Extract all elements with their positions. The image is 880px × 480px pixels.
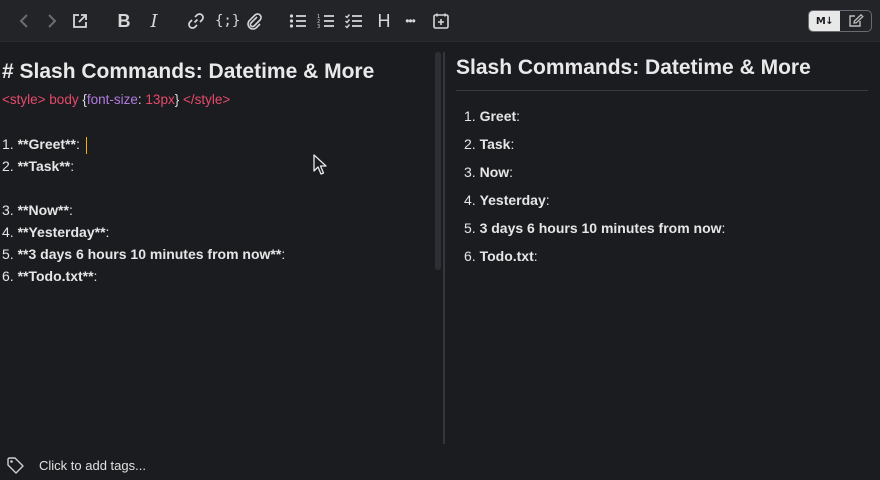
list-item: 6. Todo.txt: [464,248,538,264]
forward-icon[interactable] [42,9,62,33]
markdown-mode-button[interactable]: M↓ [809,11,840,31]
mode-toggle[interactable]: M↓ [808,10,872,32]
pane-divider[interactable] [443,52,445,444]
text-cursor [85,136,88,154]
editor-line: 4. **Yesterday**: [2,224,110,240]
link-icon[interactable] [186,9,206,33]
editor-line: 6. **Todo.txt**: [2,268,98,284]
bold-icon[interactable]: B [114,9,134,33]
list-item: 1. Greet: [464,108,521,124]
heading-icon[interactable]: H [374,9,394,33]
insert-date-icon[interactable] [431,9,451,33]
bullet-list-icon[interactable] [288,9,308,33]
heading-rule [456,90,868,91]
editor-line: 3. **Now**: [2,202,73,218]
tag-icon[interactable] [6,456,26,479]
numbered-list-icon[interactable]: 123 [316,9,336,33]
list-item: 3. Now: [464,164,514,180]
edit-icon[interactable] [840,11,871,31]
svg-text:3: 3 [317,24,320,29]
attachment-icon[interactable] [244,9,264,33]
toolbar: B I {;} 123 H ••• M↓ [0,0,880,42]
list-item: 5. 3 days 6 hours 10 minutes from now: [464,220,726,236]
list-item: 4. Yesterday: [464,192,550,208]
editor-heading: # Slash Commands: Datetime & More [2,60,375,83]
preview-heading: Slash Commands: Datetime & More [456,56,811,79]
checklist-icon[interactable] [344,9,364,33]
code-block-icon[interactable]: {;} [215,9,240,33]
open-external-icon[interactable] [70,9,90,33]
markdown-preview: Slash Commands: Datetime & More 1. Greet… [452,42,872,446]
back-icon[interactable] [14,9,34,33]
footer: Click to add tags... [0,450,880,480]
markdown-editor[interactable]: # Slash Commands: Datetime & More <style… [0,42,436,446]
list-item: 2. Task: [464,136,515,152]
preview-list: 1. Greet: 2. Task: 3. Now: 4. Yesterday:… [464,108,725,276]
mouse-pointer-icon [313,154,327,181]
editor-line: 5. **3 days 6 hours 10 minutes from now*… [2,246,286,262]
italic-icon[interactable]: I [144,9,164,33]
more-icon[interactable]: ••• [400,9,420,33]
style-line: <style> body {font-size: 13px} </style> [2,92,231,107]
editor-line: 2. **Task**: [2,158,75,174]
editor-scrollbar[interactable] [435,52,441,270]
editor-line: 1. **Greet**: [2,136,88,154]
add-tags-button[interactable]: Click to add tags... [39,458,146,473]
